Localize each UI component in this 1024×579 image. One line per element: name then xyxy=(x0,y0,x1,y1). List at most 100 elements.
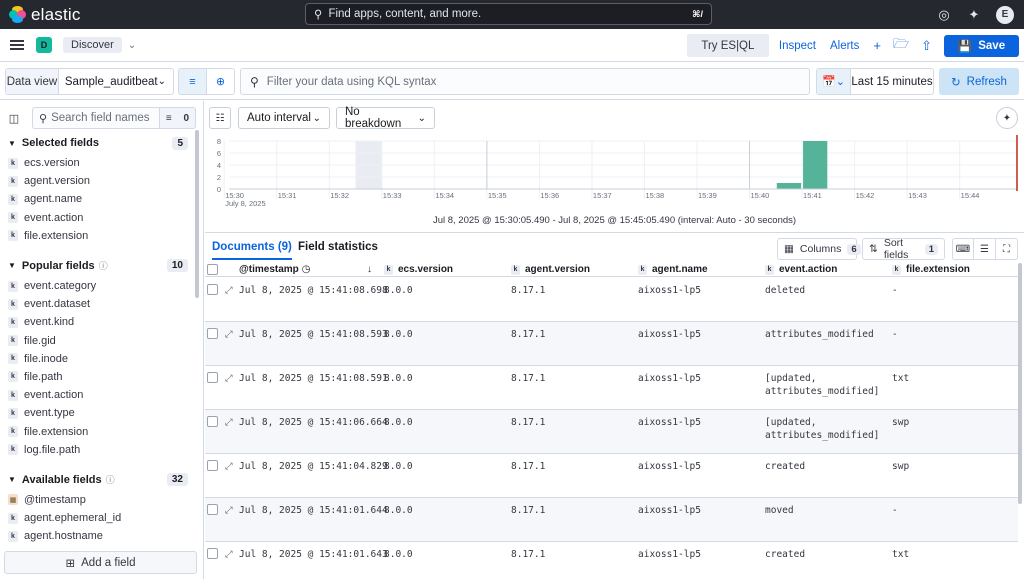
expand-row-icon[interactable]: ⤢ xyxy=(225,416,233,429)
expand-row-icon[interactable]: ⤢ xyxy=(225,548,233,561)
add-field-button[interactable]: ⊞ Add a field xyxy=(4,551,197,574)
row-checkbox[interactable] xyxy=(207,372,218,383)
row-checkbox[interactable] xyxy=(207,460,218,471)
row-checkbox[interactable] xyxy=(207,416,218,427)
sort-fields-button[interactable]: ⇅ Sort fields 1 xyxy=(862,237,945,261)
expand-row-icon[interactable]: ⤢ xyxy=(225,460,233,473)
try-esql-button[interactable]: Try ES|QL xyxy=(686,34,769,57)
expand-row-icon[interactable]: ⤢ xyxy=(225,372,233,385)
field-item[interactable]: k ecs.version xyxy=(0,154,196,172)
field-item[interactable]: ▦ @timestamp xyxy=(0,491,196,509)
elastic-logo[interactable]: elastic xyxy=(9,5,81,25)
field-item[interactable]: k file.path xyxy=(0,368,196,386)
field-item[interactable]: k file.extension xyxy=(0,422,196,440)
time-range-value[interactable]: Last 15 minutes xyxy=(851,69,933,94)
user-avatar[interactable]: E xyxy=(996,5,1014,24)
row-checkbox[interactable] xyxy=(207,284,218,295)
table-row[interactable]: ⤢ Jul 8, 2025 @ 15:41:06.664 8.0.0 8.17.1 ai… xyxy=(205,410,1018,454)
global-search-input[interactable]: ⚲ Find apps, content, and more. ⌘/ xyxy=(305,3,712,25)
inspect-link[interactable]: Inspect xyxy=(779,40,816,52)
field-item[interactable]: k file.gid xyxy=(0,332,196,350)
table-scrollbar[interactable] xyxy=(1018,263,1022,504)
space-avatar[interactable]: D xyxy=(36,37,52,53)
available-fields-header[interactable]: ▼ Available fields ⓘ 32 xyxy=(0,469,196,491)
collapse-sidebar-icon[interactable]: ◫ xyxy=(4,108,24,128)
field-item[interactable]: k event.action xyxy=(0,386,196,404)
field-item[interactable]: k event.type xyxy=(0,404,196,422)
columns-button[interactable]: ▦ Columns 6 xyxy=(777,238,861,260)
field-item[interactable]: k event.category xyxy=(0,277,196,295)
field-type-filter-button[interactable]: ≡ 0 xyxy=(160,107,196,129)
news-feed-icon[interactable]: ✦ xyxy=(966,7,982,23)
popular-fields-header[interactable]: ▼ Popular fields ⓘ 10 xyxy=(0,255,196,277)
column-header-file-extension[interactable]: k file.extension xyxy=(892,264,970,275)
keyboard-icon[interactable]: ⌨ xyxy=(952,238,974,260)
table-row[interactable]: ⤢ Jul 8, 2025 @ 15:41:01.643 8.0.0 8.17.1 ai… xyxy=(205,542,1018,579)
table-row[interactable]: ⤢ Jul 8, 2025 @ 15:41:08.591 8.0.0 8.17.1 ai… xyxy=(205,366,1018,410)
menu-icon[interactable] xyxy=(10,38,24,52)
row-checkbox[interactable] xyxy=(207,548,218,559)
row-checkbox[interactable] xyxy=(207,504,218,515)
field-item[interactable]: k file.inode xyxy=(0,350,196,368)
expand-row-icon[interactable]: ⤢ xyxy=(225,284,233,297)
table-row[interactable]: ⤢ Jul 8, 2025 @ 15:41:08.698 8.0.0 8.17.1 ai… xyxy=(205,278,1018,322)
expand-row-icon[interactable]: ⤢ xyxy=(225,504,233,517)
breadcrumb-discover[interactable]: Discover xyxy=(63,37,122,53)
field-item[interactable]: k agent.version xyxy=(0,172,196,190)
field-item[interactable]: k event.action xyxy=(0,209,196,227)
data-view-select[interactable]: Sample_auditbeat ⌄ xyxy=(59,69,173,94)
ai-assistant-icon[interactable]: ✦ xyxy=(996,107,1018,129)
chevron-down-icon: ⌄ xyxy=(417,112,426,124)
field-item[interactable]: k agent.name xyxy=(0,190,196,208)
kql-input[interactable] xyxy=(266,75,767,88)
tab-documents[interactable]: Documents (9) xyxy=(212,241,292,260)
field-item[interactable]: k event.dataset xyxy=(0,295,196,313)
field-item[interactable]: k log.file.path xyxy=(0,441,196,459)
row-checkbox[interactable] xyxy=(207,328,218,339)
fullscreen-icon[interactable]: ⛶ xyxy=(996,238,1018,260)
field-name: agent.name xyxy=(24,193,83,206)
tab-field-statistics[interactable]: Field statistics xyxy=(298,241,378,253)
column-header-ecs-version[interactable]: k ecs.version xyxy=(384,264,453,275)
table-row[interactable]: ⤢ Jul 8, 2025 @ 15:41:01.644 8.0.0 8.17.1 ai… xyxy=(205,498,1018,542)
open-folder-icon[interactable]: 🗁 xyxy=(893,35,909,57)
column-header-agent-version[interactable]: k agent.version xyxy=(511,264,590,275)
select-all-checkbox[interactable] xyxy=(207,264,218,275)
toggle-chart-icon[interactable]: ☷ xyxy=(209,107,231,129)
info-icon[interactable]: ⓘ xyxy=(99,259,108,272)
new-icon[interactable]: + xyxy=(873,38,881,53)
column-header-agent-name[interactable]: k agent.name xyxy=(638,264,708,275)
field-item[interactable]: k event.kind xyxy=(0,313,196,331)
breakdown-select[interactable]: No breakdown ⌄ xyxy=(336,106,435,130)
expand-row-icon[interactable]: ⤢ xyxy=(225,328,233,341)
column-header-event-action[interactable]: k event.action xyxy=(765,264,837,275)
histogram-bar[interactable] xyxy=(776,183,802,189)
save-button[interactable]: 💾 Save xyxy=(944,34,1019,57)
info-icon[interactable]: ⓘ xyxy=(106,473,115,486)
alerts-link[interactable]: Alerts xyxy=(830,40,859,52)
calendar-icon[interactable]: 📅⌄ xyxy=(817,69,851,94)
field-item[interactable]: k agent.ephemeral_id xyxy=(0,509,196,527)
interval-select[interactable]: Auto interval ⌄ xyxy=(238,107,330,129)
table-row[interactable]: ⤢ Jul 8, 2025 @ 15:41:08.593 8.0.0 8.17.1 ai… xyxy=(205,322,1018,366)
share-icon[interactable]: ⇧ xyxy=(921,38,932,54)
field-search-field[interactable]: ⚲ xyxy=(32,107,160,129)
refresh-button[interactable]: ↻ Refresh xyxy=(939,68,1019,95)
timestamp-cell: Jul 8, 2025 @ 15:41:01.644 xyxy=(239,505,388,516)
add-filter-icon[interactable]: ⊕ xyxy=(206,69,234,94)
sort-descending-icon[interactable]: ↓ xyxy=(367,264,372,275)
time-picker[interactable]: 📅⌄ Last 15 minutes xyxy=(816,68,934,95)
field-item[interactable]: k file.extension xyxy=(0,227,196,245)
display-settings-icon[interactable]: ☰ xyxy=(974,238,996,260)
help-icon[interactable]: ◎ xyxy=(936,7,952,23)
data-view-picker[interactable]: Data view Sample_auditbeat ⌄ xyxy=(5,68,174,95)
column-header-timestamp[interactable]: @timestamp ◷ xyxy=(239,264,311,275)
field-search-input[interactable] xyxy=(51,112,157,124)
kql-query-field[interactable]: ⚲ xyxy=(240,68,810,95)
histogram-bar[interactable] xyxy=(803,141,828,189)
selected-fields-header[interactable]: ▼ Selected fields 5 xyxy=(0,132,196,154)
chevron-down-icon[interactable]: ⌄ xyxy=(128,40,136,51)
field-item[interactable]: k agent.hostname xyxy=(0,527,196,542)
filter-menu-icon[interactable]: ≡ xyxy=(179,69,206,94)
table-row[interactable]: ⤢ Jul 8, 2025 @ 15:41:04.829 8.0.0 8.17.1 ai… xyxy=(205,454,1018,498)
